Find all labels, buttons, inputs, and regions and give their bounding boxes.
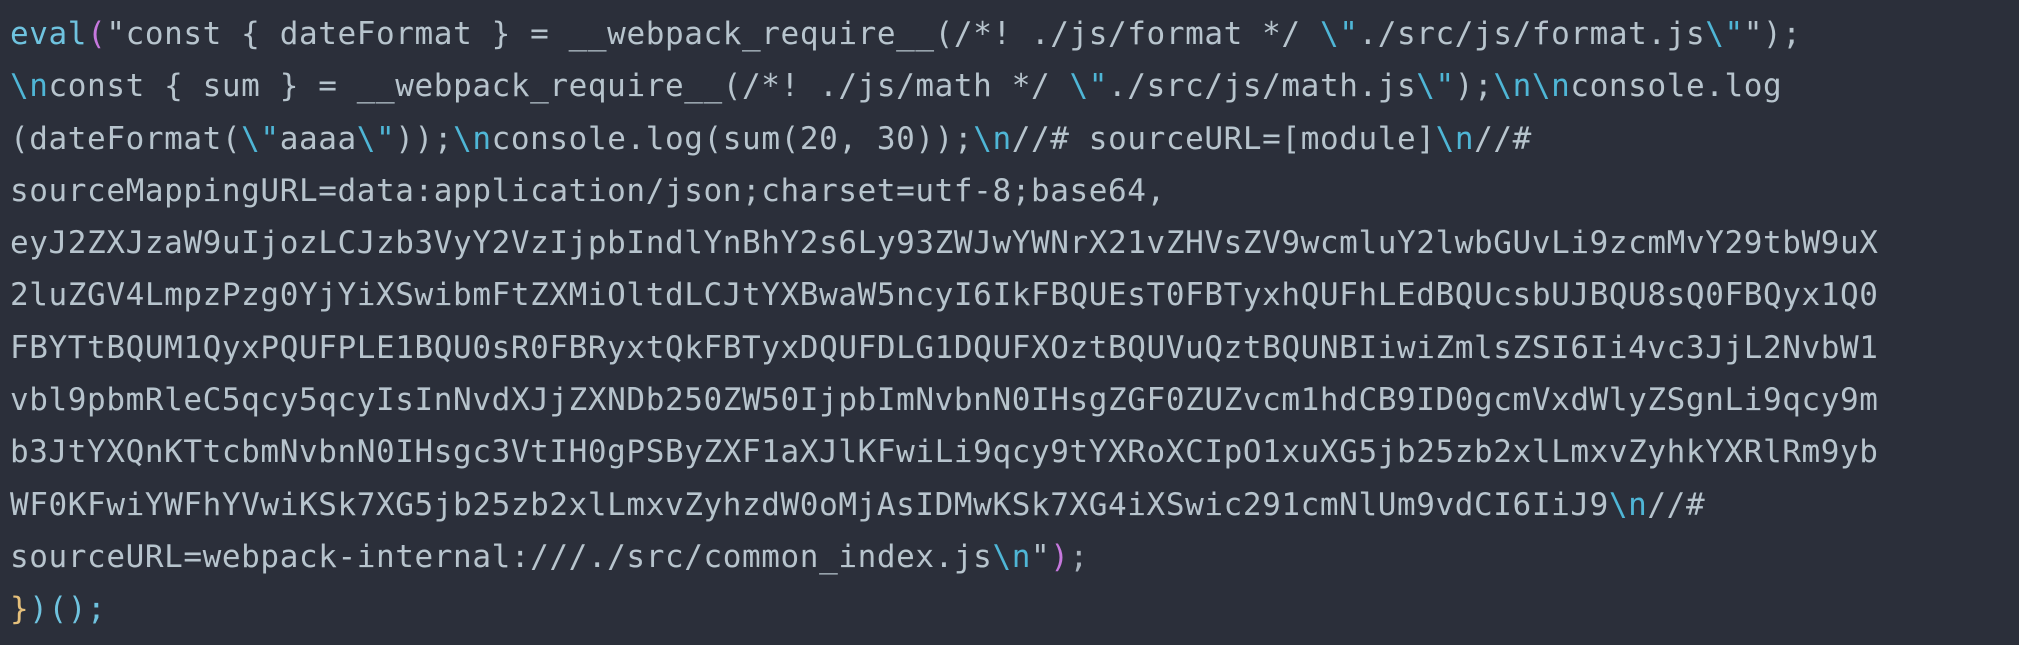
code-token: WF0KFwiYWFhYVwiKSk7XG5jb25zb2xlLmxvZyhzd… [10,486,1609,523]
code-token: \" [1069,68,1109,105]
code-token: 2luZGV4LmpzPzg0YjYiXSwibmFtZXMiOltdLCJtY… [10,277,1879,314]
code-token: ); [1454,68,1494,105]
code-token: FBYTtBQUM1QyxPQUFPLE1BQU0sR0FBRyxtQkFBTy… [10,329,1879,366]
code-token: )); [395,120,454,157]
code-token: (dateFormat( [10,120,242,157]
code-editor[interactable]: eval("const { dateFormat } = __webpack_r… [0,0,2019,645]
code-line: sourceURL=webpack-internal:///./src/comm… [10,531,2019,583]
code-token: \n [453,120,492,157]
code-token: ) [1050,538,1070,575]
code-token: console.log [1570,68,1783,105]
code-token: const { sum } = __webpack_require__(/*! … [48,68,1070,105]
code-token: \" [1319,16,1359,52]
code-token: \n [992,538,1031,575]
code-token: sourceMappingURL=data:application/json;c… [10,172,1166,209]
code-line: (dateFormat(\"aaaa\"));\nconsole.log(sum… [10,113,2019,165]
code-token: \" [1705,16,1744,52]
code-token: \n [1608,486,1648,523]
code-token: //# [1474,120,1532,157]
code-token: \n [1435,120,1475,157]
code-token: eval [10,16,88,52]
code-token: ; [1069,538,1089,575]
code-token: eyJ2ZXJzaW9uIjozLCJzb3VyY2VzIjpbIndlYnBh… [10,225,1879,262]
code-token: vbl9pbmRleC5qcy5qcyIsInNvdXJjZXNDb250ZW5… [10,382,1879,419]
code-token: //# [1647,486,1706,523]
code-token: ./src/js/math.js [1108,68,1417,105]
code-token: \" [241,120,280,157]
code-line: eval("const { dateFormat } = __webpack_r… [10,8,2019,60]
code-line: 2luZGV4LmpzPzg0YjYiXSwibmFtZXMiOltdLCJtY… [10,269,2019,321]
code-token: "const { dateFormat } = __webpack_requir… [106,16,1320,52]
code-line: \nconst { sum } = __webpack_require__(/*… [10,60,2019,112]
code-line: })(); [10,583,2019,635]
code-token: \n [973,120,1012,157]
code-line: WF0KFwiYWFhYVwiKSk7XG5jb25zb2xlLmxvZyhzd… [10,479,2019,531]
code-line: sourceMappingURL=data:application/json;c… [10,165,2019,217]
code-token: "); [1743,16,1802,52]
code-token: ( [87,16,107,52]
code-token: sourceURL=webpack-internal:///./src/comm… [10,538,993,575]
code-token: \n\n [1493,68,1571,105]
code-token: //# sourceURL=[module] [1011,120,1436,157]
code-token: \" [356,120,396,157]
code-token: b3JtYXQnKTtcbmNvbnN0IHsgc3VtIH0gPSByZXF1… [10,434,1879,471]
code-token: console.log(sum(20, 30)); [491,120,974,157]
code-token: )(); [29,591,107,628]
code-token: ./src/js/format.js [1358,16,1706,52]
code-line: FBYTtBQUM1QyxPQUFPLE1BQU0sR0FBRyxtQkFBTy… [10,322,2019,374]
code-line: eyJ2ZXJzaW9uIjozLCJzb3VyY2VzIjpbIndlYnBh… [10,217,2019,269]
code-line: vbl9pbmRleC5qcy5qcyIsInNvdXJjZXNDb250ZW5… [10,374,2019,426]
code-token: aaaa [279,120,357,157]
code-token: " [1030,538,1051,575]
code-line: b3JtYXQnKTtcbmNvbnN0IHsgc3VtIH0gPSByZXF1… [10,426,2019,478]
code-token: } [10,591,30,628]
code-token: \" [1416,68,1455,105]
code-token: \n [10,68,49,105]
